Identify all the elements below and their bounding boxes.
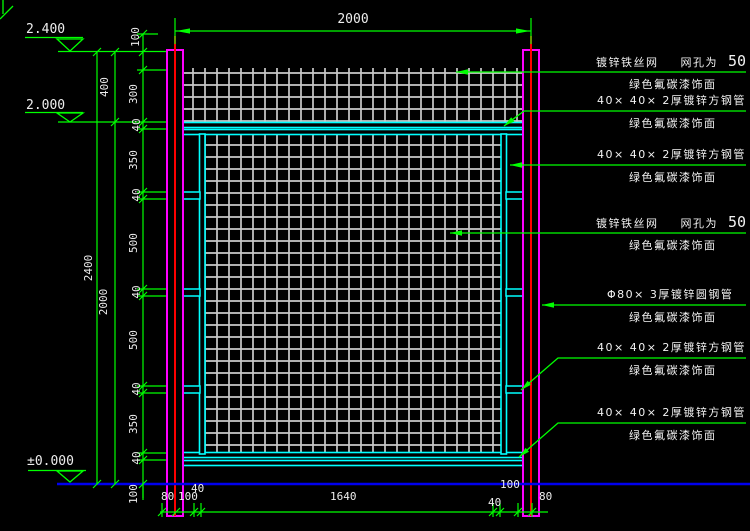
annotation-title-tube: 40× 40× 2厚镀锌方钢管 (597, 341, 746, 354)
elevation-triangle-icon (57, 39, 83, 51)
dimension-arrow (516, 28, 530, 33)
chain-dim: 100 (127, 476, 141, 512)
bottom-dim: 100 (500, 478, 520, 491)
lower-rail-a (183, 453, 523, 458)
annotation-finish: 绿色氟碳漆饰面 (629, 429, 717, 442)
annotation-finish: 绿色氟碳漆饰面 (629, 239, 717, 252)
leader-arrow (510, 162, 522, 167)
left-dimensions (58, 30, 166, 498)
elevation-value-top: 2.400 (26, 22, 65, 37)
chain-dim: 40 (130, 107, 144, 143)
annotation-finish: 绿色氟碳漆饰面 (629, 311, 717, 324)
corner-break-mark (0, 0, 13, 19)
upper-rail-b (183, 130, 523, 135)
upper-rail-a (183, 123, 523, 128)
mesh-name: 镀锌铁丝网 (596, 217, 659, 230)
annotation-finish: 绿色氟碳漆饰面 (629, 117, 717, 130)
bottom-dim: 1640 (330, 490, 357, 503)
elevation-triangle-icon (57, 471, 83, 482)
dimension-left-total: 2400 (82, 250, 96, 286)
connector-stub (183, 192, 200, 199)
bottom-dim: 80 (539, 490, 552, 503)
mesh-name: 镀锌铁丝网 (596, 56, 659, 69)
chain-dim: 500 (127, 225, 141, 261)
annotation-finish: 绿色氟碳漆饰面 (629, 171, 717, 184)
dimension-arrow (176, 28, 190, 33)
dimension-left-upper: 400 (98, 69, 112, 105)
elevation-markers (0, 0, 86, 482)
main-mesh-panel (205, 135, 501, 453)
chain-dim: 40 (130, 371, 144, 407)
cad-fence-elevation-drawing: 2.400 2.000 ±0.000 2000 2400 400 2000 10… (0, 0, 750, 531)
chain-dim: 350 (127, 142, 141, 178)
elevation-value-ground: ±0.000 (27, 454, 74, 469)
lower-rail-b (183, 461, 523, 466)
leader-arrow (542, 302, 554, 307)
connector-stub (183, 289, 200, 296)
mesh-hole-value: 50 (728, 213, 746, 231)
bottom-dim: 40 (488, 496, 501, 509)
bottom-dim: 80 (161, 490, 174, 503)
elevation-triangle-icon (57, 113, 83, 122)
chain-dim: 100 (129, 19, 143, 55)
chain-dim: 350 (127, 406, 141, 442)
connector-stub (183, 386, 200, 393)
fence-structure (57, 36, 750, 516)
elevation-value-middle: 2.000 (26, 98, 65, 113)
annotation-title-tube: 40× 40× 2厚镀锌方钢管 (597, 94, 746, 107)
top-mesh-panel (183, 68, 523, 122)
bottom-dim: 40 (191, 482, 204, 495)
annotation-finish: 绿色氟碳漆饰面 (629, 78, 717, 91)
connector-stub (506, 289, 523, 296)
mesh-hole-value: 50 (728, 52, 746, 70)
chain-dim: 40 (130, 440, 144, 476)
chain-dim: 40 (130, 177, 144, 213)
chain-dim: 40 (130, 274, 144, 310)
chain-dim: 500 (127, 322, 141, 358)
annotation-title-tube: 40× 40× 2厚镀锌方钢管 (597, 406, 746, 419)
mesh-hole-label: 网孔为 (681, 217, 719, 230)
annotation-title-post: Φ80× 3厚镀锌圆钢管 (607, 288, 733, 301)
annotation-finish: 绿色氟碳漆饰面 (629, 364, 717, 377)
connector-stub (506, 192, 523, 199)
connector-stub (506, 386, 523, 393)
annotation-title-tube: 40× 40× 2厚镀锌方钢管 (597, 148, 746, 161)
mesh-hole-label: 网孔为 (681, 56, 719, 69)
dimension-top-width: 2000 (332, 12, 374, 27)
dimension-left-lower: 2000 (97, 284, 111, 320)
annotation-title-mesh: 镀锌铁丝网 网孔为 50 (596, 216, 746, 230)
annotation-title-mesh: 镀锌铁丝网 网孔为 50 (596, 55, 746, 69)
